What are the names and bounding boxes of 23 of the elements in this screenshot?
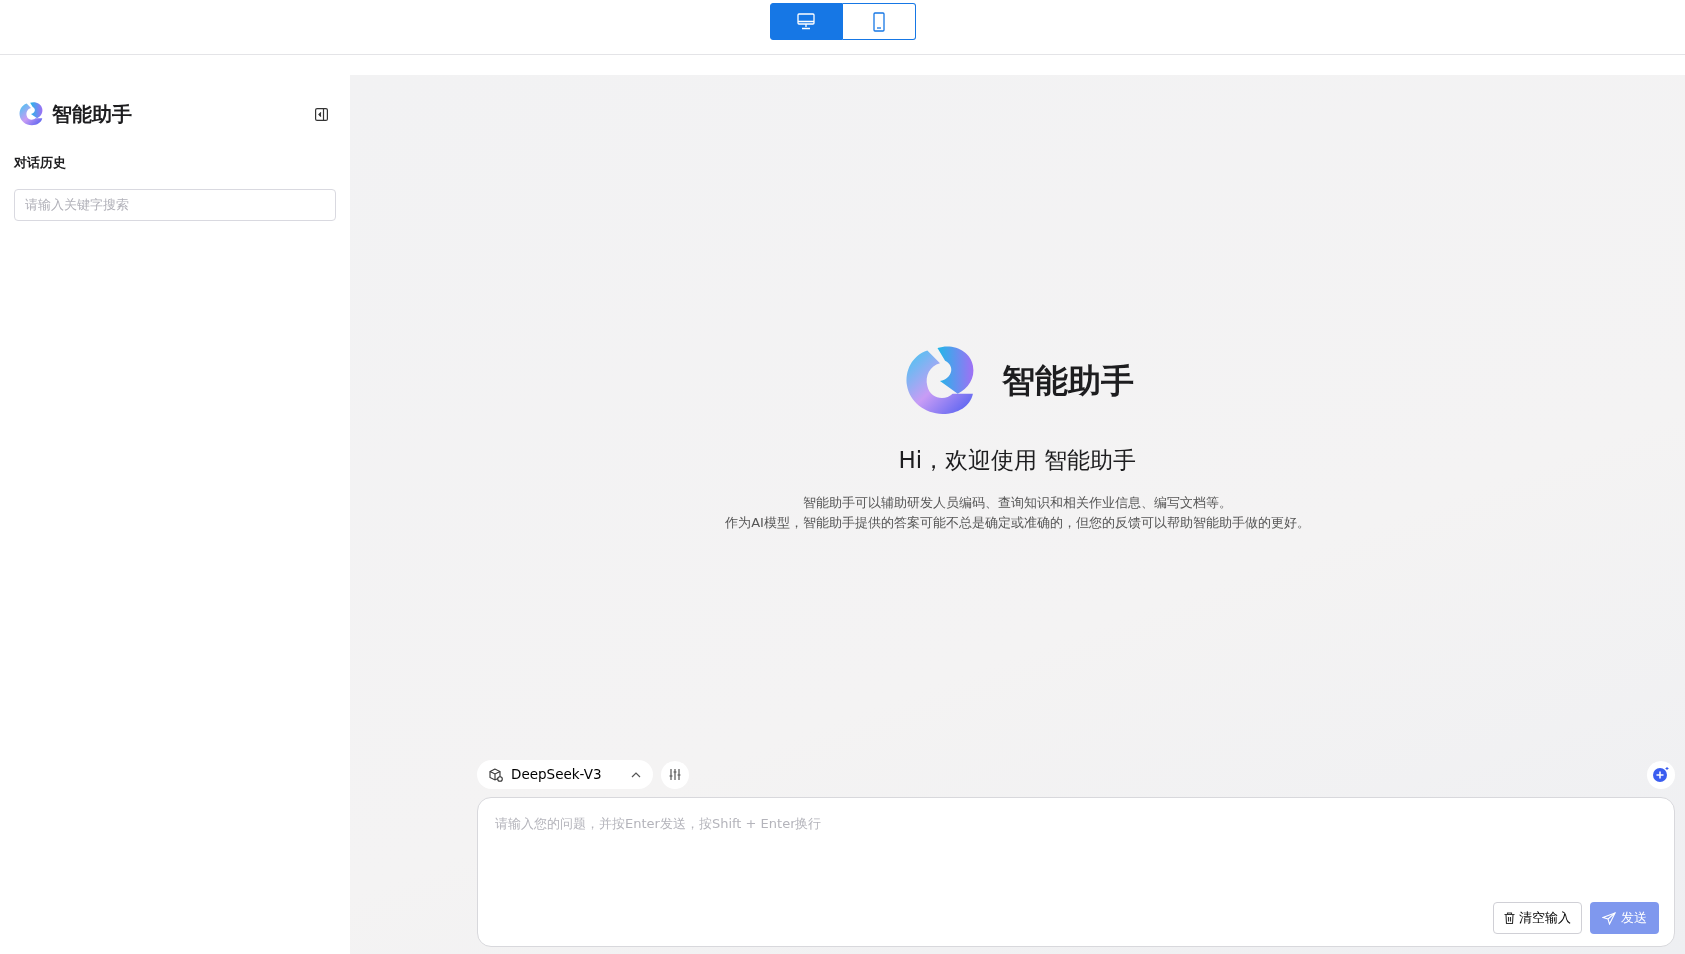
collapse-sidebar-icon[interactable]	[315, 107, 328, 121]
plus-bubble-icon	[1652, 765, 1670, 784]
section-title: 对话历史	[14, 154, 67, 172]
monitor-icon	[797, 13, 815, 30]
description-text: 智能助手可以辅助研发人员编码、查询知识和相关作业信息、编写文档等。	[802, 494, 1233, 513]
greeting: Hi，欢迎使用 智能助手	[898, 445, 1137, 475]
search-field[interactable]: 请输入关键字搜索	[14, 188, 336, 221]
view-toggle-button[interactable]	[769, 3, 843, 40]
settings-button[interactable]	[661, 760, 690, 789]
clear-input-button[interactable]: 清空输入	[1493, 902, 1582, 934]
trash-icon	[1504, 912, 1515, 924]
logo-icon	[18, 101, 44, 127]
sidebar-title: 智能助手	[52, 101, 132, 128]
view-toggle-button[interactable]	[842, 3, 916, 40]
new-chat-button[interactable]	[1647, 760, 1675, 789]
cube-icon	[489, 767, 503, 782]
model-selector[interactable]: DeepSeek-V3	[477, 760, 654, 789]
sliders-icon	[669, 769, 682, 780]
chevron-up-icon	[631, 771, 642, 778]
description-text: 作为AI模型，智能助手提供的答案可能不总是确定或准确的，但您的反馈可以帮助智能助手做的更好。	[725, 513, 1310, 532]
brand-title: 智能助手	[1001, 360, 1134, 402]
paper-plane-icon	[1602, 911, 1616, 925]
phone-icon	[872, 11, 885, 32]
